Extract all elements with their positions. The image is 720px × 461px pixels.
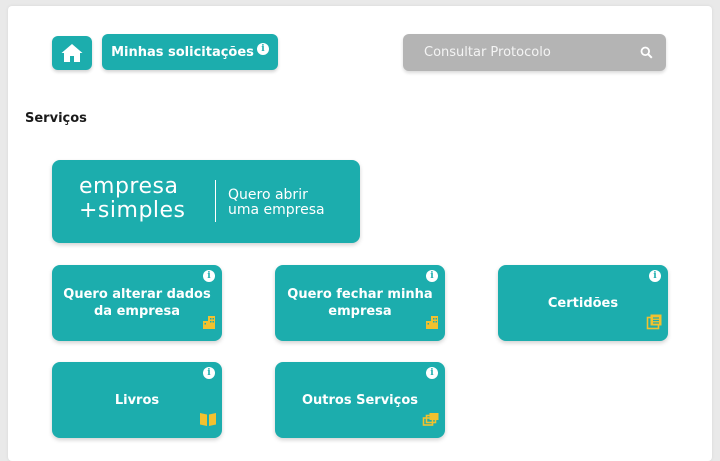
building-icon [424, 314, 440, 334]
other-services-card[interactable]: i Outros Serviços [275, 362, 445, 438]
info-icon[interactable]: i [256, 43, 269, 55]
search-placeholder: Consultar Protocolo [424, 45, 551, 60]
card-label: Quero fechar minha empresa [287, 287, 433, 319]
layers-icon [422, 411, 440, 431]
section-title: Serviços [25, 111, 87, 126]
close-company-card[interactable]: i Quero fechar minha empresa [275, 265, 445, 341]
open-company-label: Quero abrir uma empresa [228, 188, 325, 218]
open-book-icon [199, 411, 217, 431]
card-label: Outros Serviços [301, 392, 419, 408]
books-card[interactable]: i Livros [52, 362, 222, 438]
divider [215, 180, 216, 222]
card-label: Quero alterar dados da empresa [63, 287, 211, 319]
open-company-line-2: uma empresa [228, 202, 325, 218]
home-button[interactable] [52, 36, 92, 70]
logo-line-2: +simples [79, 198, 186, 223]
home-icon [61, 44, 83, 62]
protocol-search-input[interactable]: Consultar Protocolo [403, 34, 666, 71]
open-company-button[interactable]: empresa +simples Quero abrir uma empresa [52, 160, 360, 243]
card-label: Livros [114, 392, 160, 408]
search-icon[interactable] [640, 46, 653, 59]
building-icon [201, 314, 217, 334]
my-requests-label: Minhas solicitações [111, 44, 254, 60]
certificates-card[interactable]: i Certidões [498, 265, 668, 341]
change-company-data-card[interactable]: i Quero alterar dados da empresa [52, 265, 222, 341]
empresa-simples-logo: empresa +simples [79, 175, 186, 223]
card-label: Certidões [547, 295, 619, 311]
documents-icon [646, 313, 663, 334]
logo-line-1: empresa [79, 174, 179, 199]
my-requests-button[interactable]: Minhas solicitações i [102, 34, 278, 70]
open-company-line-1: Quero abrir [228, 187, 308, 203]
